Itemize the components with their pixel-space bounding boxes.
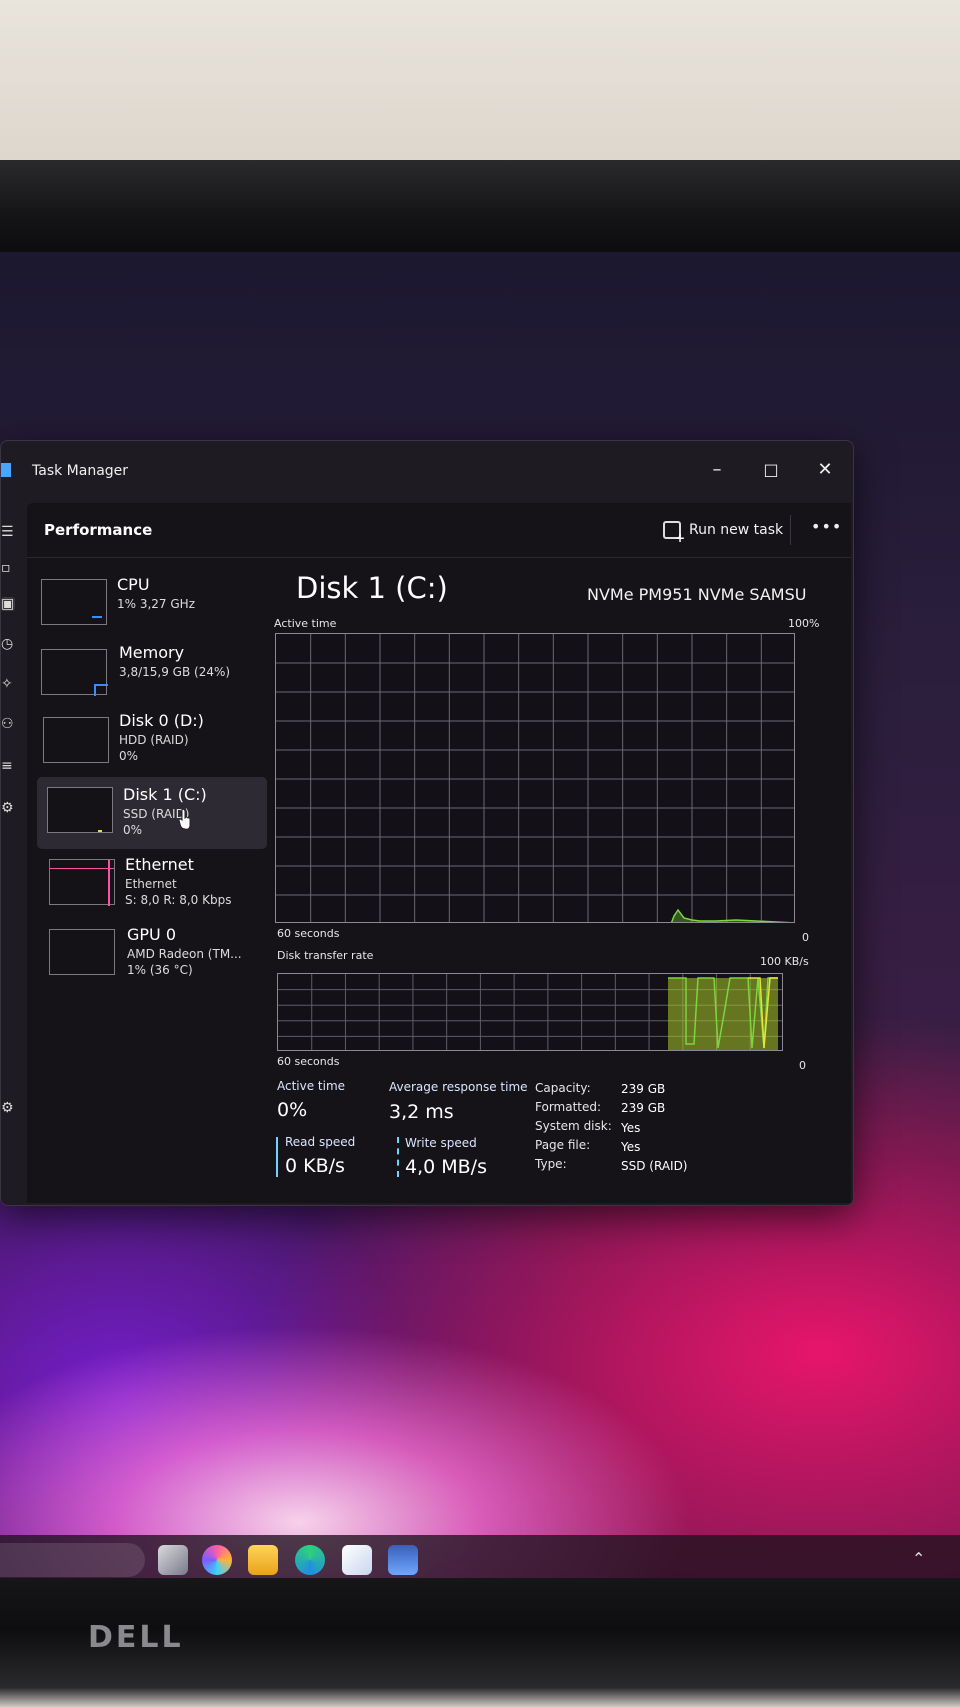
minimize-button[interactable]: – <box>697 453 737 487</box>
task-view-icon[interactable] <box>158 1545 188 1575</box>
sidebar-item-disk-1[interactable]: Disk 1 (C:) SSD (RAID) 0% <box>37 777 267 849</box>
avg-response-value: 3,2 ms <box>389 1101 454 1123</box>
run-new-task-button[interactable]: Run new task <box>663 517 784 545</box>
active-time-stat-label: Active time <box>277 1079 346 1093</box>
disk-title: Disk 1 (C:) <box>296 571 448 605</box>
details-icon[interactable]: ≡ <box>1 759 15 773</box>
users-icon[interactable]: ⚇ <box>1 717 15 731</box>
copilot-icon[interactable] <box>202 1545 232 1575</box>
transfer-x-label: 60 seconds <box>277 1055 340 1068</box>
system-disk-key: System disk: <box>535 1119 612 1133</box>
active-time-x-label: 60 seconds <box>277 927 340 940</box>
window-title: Task Manager <box>32 463 129 479</box>
write-speed-label: Write speed <box>405 1136 477 1150</box>
task-manager-taskbar-icon[interactable] <box>388 1545 418 1575</box>
mouse-pointer-icon <box>178 808 191 830</box>
active-time-min-label: 0 <box>802 931 809 944</box>
wall-background <box>0 0 960 170</box>
capacity-value: 239 GB <box>621 1082 666 1096</box>
task-manager-window: Task Manager – □ ✕ ☰ ▫ ▣ ◷ ✧ ⚇ ≡ ⚙ ⚙ Per… <box>0 440 854 1206</box>
sidebar-item-ethernet[interactable]: Ethernet Ethernet S: 8,0 R: 8,0 Kbps <box>37 849 267 917</box>
monitor-brand-logo: DELL <box>88 1620 184 1655</box>
sidebar-item-sub: AMD Radeon (TM... <box>127 947 242 961</box>
system-disk-value: Yes <box>621 1121 641 1135</box>
read-speed-indicator <box>276 1137 278 1177</box>
active-time-stat-value: 0% <box>277 1099 308 1121</box>
startup-apps-icon[interactable]: ✧ <box>1 677 15 691</box>
sidebar-item-value: S: 8,0 R: 8,0 Kbps <box>125 893 232 907</box>
capacity-key: Capacity: <box>535 1081 591 1095</box>
hamburger-menu-icon[interactable]: ☰ <box>1 525 15 539</box>
monitor-bezel-top <box>0 160 960 255</box>
disk0-thumbnail-graph <box>43 717 109 763</box>
sidebar-item-name: GPU 0 <box>127 925 177 944</box>
active-time-graph-label: Active time <box>274 617 337 630</box>
disk1-thumbnail-graph <box>47 787 113 833</box>
transfer-graph-label: Disk transfer rate <box>277 949 374 962</box>
sidebar-item-name: CPU <box>117 575 150 594</box>
sidebar-item-name: Ethernet <box>125 855 194 874</box>
edge-browser-icon[interactable] <box>295 1545 325 1575</box>
type-value: SSD (RAID) <box>621 1159 688 1173</box>
services-icon[interactable]: ⚙ <box>1 801 15 815</box>
read-speed-value: 0 KB/s <box>285 1155 345 1177</box>
sidebar-item-name: Memory <box>119 643 185 662</box>
sidebar-item-sub: 3,8/15,9 GB (24%) <box>119 665 231 679</box>
performance-icon[interactable]: ▣ <box>1 597 15 611</box>
task-manager-app-icon <box>1 463 11 477</box>
sidebar-item-name: Disk 0 (D:) <box>119 711 204 730</box>
sidebar-item-sub: HDD (RAID) <box>119 733 189 747</box>
cpu-thumbnail-graph <box>41 579 107 625</box>
processes-icon[interactable]: ▫ <box>1 561 15 575</box>
gpu-thumbnail-graph <box>49 929 115 975</box>
transfer-graph-max: 100 KB/s <box>760 955 809 968</box>
write-speed-value: 4,0 MB/s <box>405 1156 487 1178</box>
performance-header: Performance Run new task ••• <box>27 503 851 558</box>
active-time-trace <box>670 908 792 922</box>
title-bar[interactable]: Task Manager – □ ✕ <box>1 441 853 497</box>
sidebar-item-gpu-0[interactable]: GPU 0 AMD Radeon (TM... 1% (36 °C) <box>37 919 267 987</box>
sidebar-item-name: Disk 1 (C:) <box>123 785 207 804</box>
sidebar-item-sub: Ethernet <box>125 877 177 891</box>
close-button[interactable]: ✕ <box>805 453 845 487</box>
avg-response-label: Average response time <box>389 1080 528 1094</box>
sidebar-item-memory[interactable]: Memory 3,8/15,9 GB (24%) <box>37 637 267 705</box>
chevron-up-icon[interactable]: ⌃ <box>912 1549 925 1568</box>
ethernet-thumbnail-graph <box>49 859 115 906</box>
page-title: Performance <box>44 521 153 539</box>
header-divider <box>790 515 791 545</box>
more-options-button[interactable]: ••• <box>811 517 842 536</box>
transfer-min-label: 0 <box>799 1059 806 1072</box>
page-file-value: Yes <box>621 1140 641 1154</box>
formatted-key: Formatted: <box>535 1100 602 1114</box>
run-task-icon <box>663 521 685 545</box>
transfer-rate-graph <box>277 973 783 1051</box>
run-new-task-label: Run new task <box>689 522 784 538</box>
microsoft-store-icon[interactable] <box>342 1545 372 1575</box>
type-key: Type: <box>535 1157 567 1171</box>
formatted-value: 239 GB <box>621 1101 666 1115</box>
page-file-key: Page file: <box>535 1138 591 1152</box>
sidebar-item-value: 1% (36 °C) <box>127 963 193 977</box>
maximize-button[interactable]: □ <box>751 453 791 487</box>
transfer-rate-graph-svg <box>278 974 782 1050</box>
read-speed-label: Read speed <box>285 1135 356 1149</box>
sidebar-item-value: 0% <box>123 823 143 837</box>
sidebar-item-disk-0[interactable]: Disk 0 (D:) HDD (RAID) 0% <box>37 703 267 771</box>
sidebar-item-cpu[interactable]: CPU 1% 3,27 GHz <box>37 569 267 637</box>
write-speed-indicator <box>397 1137 399 1177</box>
taskbar-search-box[interactable] <box>0 1543 145 1577</box>
active-time-graph <box>275 633 795 923</box>
active-time-graph-svg <box>276 634 794 922</box>
nav-rail: ☰ ▫ ▣ ◷ ✧ ⚇ ≡ ⚙ ⚙ <box>1 497 25 1197</box>
app-history-icon[interactable]: ◷ <box>1 637 15 651</box>
active-time-graph-max: 100% <box>788 617 820 630</box>
performance-panel: Performance Run new task ••• CPU 1% 3,27… <box>27 503 851 1203</box>
sidebar-item-value: 0% <box>119 749 139 763</box>
memory-thumbnail-graph <box>41 649 108 696</box>
disk-model: NVMe PM951 NVMe SAMSU <box>587 585 807 604</box>
file-explorer-icon[interactable] <box>248 1545 278 1575</box>
sidebar-item-sub: 1% 3,27 GHz <box>117 597 196 611</box>
settings-icon[interactable]: ⚙ <box>1 1101 15 1115</box>
